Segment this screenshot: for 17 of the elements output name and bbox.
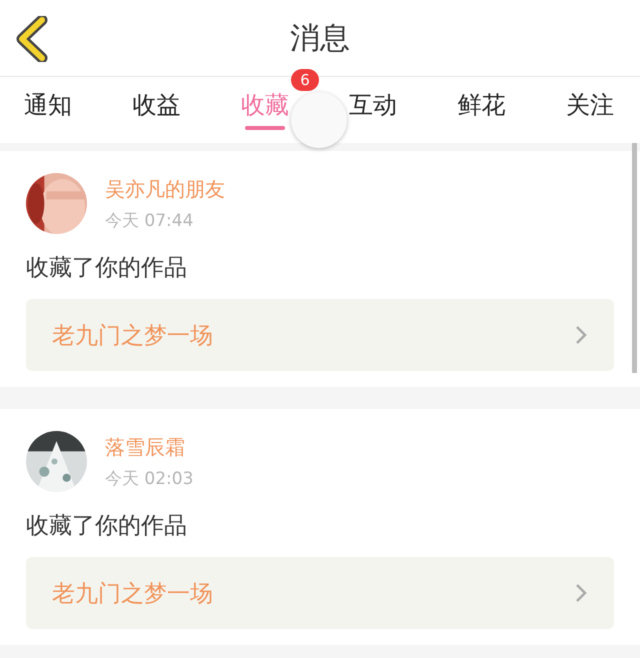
chevron-icon bbox=[574, 324, 588, 346]
page-title: 消息 bbox=[290, 20, 350, 58]
message-text: 收藏了你的作品 bbox=[26, 512, 188, 541]
timestamp: 今天 02:03 bbox=[105, 468, 194, 490]
tab[interactable]: 收益 bbox=[132, 91, 180, 119]
count-badge: 6 bbox=[291, 69, 319, 91]
tab[interactable]: 鲜花 bbox=[458, 91, 506, 119]
back-icon[interactable] bbox=[14, 16, 50, 62]
tab-underline bbox=[244, 126, 285, 130]
work-title: 老九门之梦一场 bbox=[52, 322, 213, 350]
tab[interactable]: 通知 bbox=[24, 91, 72, 119]
timestamp: 今天 07:44 bbox=[105, 210, 194, 232]
tab[interactable]: 互动 bbox=[349, 91, 398, 119]
work-title: 老九门之梦一场 bbox=[52, 580, 213, 608]
chevron-icon bbox=[574, 582, 588, 604]
message-text: 收藏了你的作品 bbox=[26, 254, 188, 283]
tab[interactable]: 关注 bbox=[566, 91, 614, 119]
